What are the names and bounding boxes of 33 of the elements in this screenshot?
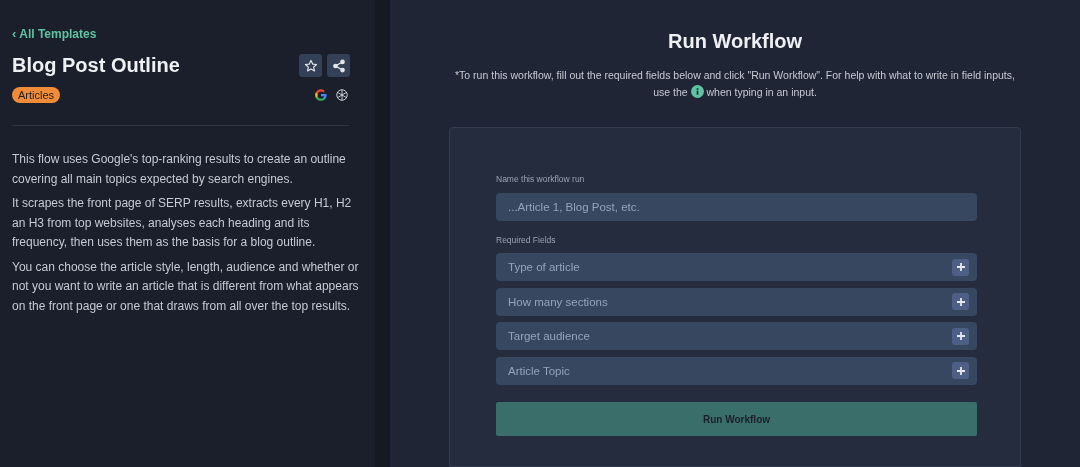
- field-label: Target audience: [508, 330, 590, 342]
- help-text: use the: [653, 86, 688, 98]
- plus-icon: [952, 258, 969, 276]
- description-paragraph: You can choose the article style, length, audience and whether or not you want to write an article that is different from what appears on the front page or one that draws from all over the top results.: [12, 258, 360, 315]
- g-logo-icon: [314, 88, 328, 102]
- required-field[interactable]: Article Topic: [496, 356, 977, 385]
- help-text: when typing in an input.: [706, 86, 817, 98]
- name-input[interactable]: ...Article 1, Blog Post, etc.: [496, 193, 977, 221]
- share-icon: [331, 58, 346, 73]
- description-paragraph: It scrapes the front page of SERP results, extracts every H1, H2 an H3 from top websites, analyses each heading and its frequency, then uses them as the basis for a blog outline.: [12, 195, 353, 251]
- section-label: Required Fields: [496, 235, 557, 245]
- required-field[interactable]: Target audience: [496, 322, 977, 350]
- required-field[interactable]: Type of article: [496, 253, 977, 281]
- plus-icon: [952, 327, 969, 345]
- template-title: Blog Post Outline: [12, 54, 180, 77]
- share-button[interactable]: [327, 54, 350, 77]
- description-paragraph: This flow uses Google's top-ranking results to create an outline covering all main topics expected by search engines.: [12, 151, 347, 188]
- plus-icon: [952, 293, 969, 310]
- page-title: Run Workflow: [667, 30, 803, 53]
- help-text: *To run this workflow, fill out the required fields below and click "Run Workflow". For help with what to write in field inputs,: [455, 68, 1015, 83]
- star-icon: [303, 58, 318, 73]
- field-label: Type of article: [508, 261, 580, 273]
- field-label: Name this workflow run: [496, 174, 586, 184]
- field-label: How many sections: [508, 295, 608, 308]
- back-link[interactable]: ‹ All Templates: [12, 26, 97, 41]
- info-icon: [690, 85, 704, 98]
- category-tag: Articles: [12, 87, 61, 103]
- run-workflow-button[interactable]: Run Workflow: [496, 402, 977, 436]
- knot-logo-icon: [335, 88, 349, 102]
- field-label: Article Topic: [508, 364, 570, 377]
- required-field[interactable]: How many sections: [496, 287, 977, 316]
- star-button[interactable]: [299, 54, 322, 77]
- plus-icon: [952, 362, 969, 379]
